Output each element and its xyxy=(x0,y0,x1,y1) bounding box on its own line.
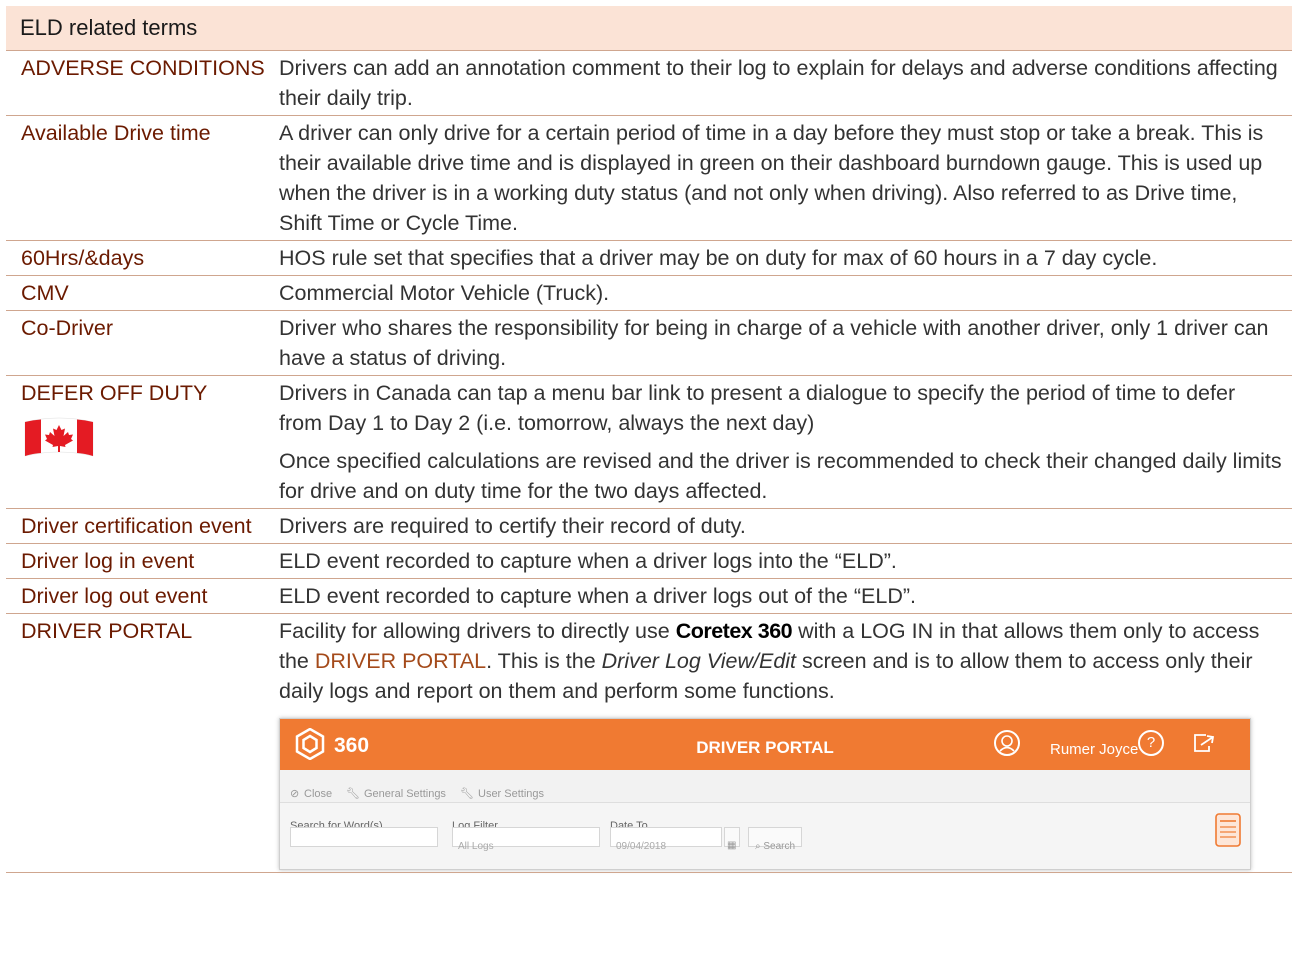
table-row: CMV Commercial Motor Vehicle (Truck). xyxy=(6,275,1292,311)
avatar-icon[interactable] xyxy=(994,730,1020,756)
table-row: Driver log in event ELD event recorded t… xyxy=(6,543,1292,579)
table-row: Driver log out event ELD event recorded … xyxy=(6,578,1292,614)
term-cell: Driver certification event xyxy=(6,508,279,544)
definition-cell: Commercial Motor Vehicle (Truck). xyxy=(279,275,1292,311)
definition-cell: Driver who shares the responsibility for… xyxy=(279,310,1292,376)
user-name[interactable]: Rumer Joyce xyxy=(1050,735,1138,765)
definition-cell: A driver can only drive for a certain pe… xyxy=(279,115,1292,241)
term-cell: Co-Driver xyxy=(6,310,279,376)
term-cell: Available Drive time xyxy=(6,115,279,241)
term-label: DEFER OFF DUTY xyxy=(21,381,208,405)
portal-name: DRIVER PORTAL xyxy=(314,649,487,673)
definition-cell: Drivers can add an annotation comment to… xyxy=(279,51,1292,116)
definition-paragraph: Drivers in Canada can tap a menu bar lin… xyxy=(279,381,1236,435)
table-row: 60Hrs/&days HOS rule set that specifies … xyxy=(6,240,1292,276)
table-header: ELD related terms xyxy=(6,6,1292,51)
term-cell: CMV xyxy=(6,275,279,311)
term-cell: ADVERSE CONDITIONS xyxy=(6,51,279,116)
brand-name: Coretex 360 xyxy=(675,619,793,643)
search-input[interactable] xyxy=(290,827,438,847)
definition-cell: Drivers are required to certify their re… xyxy=(279,508,1292,544)
driver-portal-screenshot: 360 DRIVER PORTAL Rumer Joyce ? ⊘ Close … xyxy=(279,718,1251,870)
portal-top-bar: 360 DRIVER PORTAL Rumer Joyce ? xyxy=(280,719,1250,770)
table-row: DRIVER PORTAL Facility for allowing driv… xyxy=(6,613,1292,873)
table-row: DEFER OFF DUTY Drivers in Canada can tap… xyxy=(6,375,1292,509)
definition-cell: ELD event recorded to capture when a dri… xyxy=(279,578,1292,614)
term-cell: 60Hrs/&days xyxy=(6,240,279,276)
term-cell: DEFER OFF DUTY xyxy=(6,375,279,509)
table-row: Available Drive time A driver can only d… xyxy=(6,115,1292,241)
definition-paragraph: Once specified calculations are revised … xyxy=(279,449,1282,503)
screen-name: Driver Log View/Edit xyxy=(601,649,797,673)
portal-search-form: Search for Word(s) Log Filter All Logs D… xyxy=(280,803,1250,869)
table-row: ADVERSE CONDITIONS Drivers can add an an… xyxy=(6,51,1292,116)
eld-terms-document: ELD related terms ADVERSE CONDITIONS Dri… xyxy=(6,6,1292,873)
table-row: Driver certification event Drivers are r… xyxy=(6,508,1292,544)
definition-cell: Facility for allowing drivers to directl… xyxy=(279,613,1292,873)
table-row: Co-Driver Driver who shares the responsi… xyxy=(6,310,1292,376)
search-button[interactable]: ⌕ Search xyxy=(748,827,803,852)
portal-toolbar: ⊘ Close 🔧︎ General Settings 🔧︎ User Sett… xyxy=(280,770,1250,803)
term-cell: DRIVER PORTAL xyxy=(6,613,279,873)
help-icon[interactable]: ? xyxy=(1138,730,1164,756)
definition-cell: Drivers in Canada can tap a menu bar lin… xyxy=(279,375,1292,509)
definition-cell: ELD event recorded to capture when a dri… xyxy=(279,543,1292,579)
definition-cell: HOS rule set that specifies that a drive… xyxy=(279,240,1292,276)
calendar-icon[interactable]: ▦ xyxy=(724,827,740,851)
date-to-input[interactable]: 09/04/2018 xyxy=(610,827,722,852)
term-cell: Driver log in event xyxy=(6,543,279,579)
term-cell: Driver log out event xyxy=(6,578,279,614)
canada-flag-icon xyxy=(24,417,94,457)
log-book-icon[interactable] xyxy=(1214,813,1242,847)
log-filter-select[interactable]: All Logs xyxy=(452,827,600,852)
logout-icon[interactable] xyxy=(1192,732,1216,754)
definition-paragraph: Facility for allowing drivers to directl… xyxy=(279,619,1260,703)
terms-table: ADVERSE CONDITIONS Drivers can add an an… xyxy=(6,51,1292,873)
